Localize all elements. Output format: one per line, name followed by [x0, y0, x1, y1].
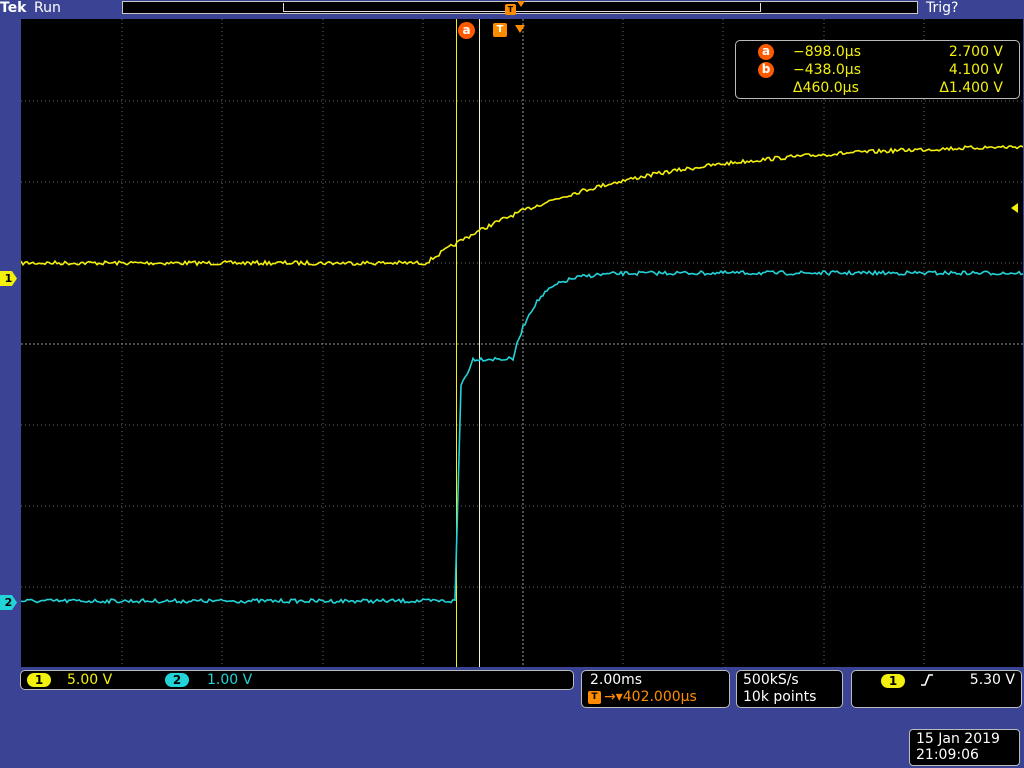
ch2-ground-marker[interactable]: 2 [0, 595, 17, 610]
time-per-div[interactable]: 2.00ms [590, 671, 642, 689]
cursor-a-row: a −898.0µs 2.700 V [736, 43, 1019, 61]
cursor-readout-panel: a −898.0µs 2.700 V b −438.0µs 4.100 V Δ4… [735, 40, 1020, 99]
trigger-source-badge[interactable]: 1 [881, 674, 905, 688]
cursor-a-icon[interactable]: a [458, 22, 475, 39]
cursor-delta-time: Δ460.0µs [793, 80, 859, 96]
cursor-b-icon: b [758, 62, 774, 78]
channel-scale-panel[interactable]: 1 5.00 V 2 1.00 V [20, 670, 574, 690]
ch2-scale[interactable]: 1.00 V [207, 671, 252, 689]
rising-edge-icon[interactable] [920, 673, 934, 687]
cursor-a-value: 2.700 V [948, 44, 1003, 60]
horizontal-panel[interactable]: 2.00ms T →▾402.000µs [581, 670, 730, 708]
trigger-position-icon: T [588, 691, 601, 704]
cursor-b-time: −438.0µs [793, 62, 862, 78]
trigger-level-marker[interactable] [1011, 203, 1018, 213]
ch1-scale[interactable]: 5.00 V [67, 671, 112, 689]
trigger-point-icon: T [493, 23, 507, 37]
ch1-badge[interactable]: 1 [27, 673, 51, 687]
trigger-position-icon: T [505, 4, 516, 15]
trigger-panel[interactable]: 1 5.30 V [851, 670, 1022, 708]
sample-rate: 500kS/s [743, 672, 799, 688]
cursor-b-row: b −438.0µs 4.100 V [736, 61, 1019, 79]
ch2-waveform [21, 269, 1023, 605]
ch2-badge[interactable]: 2 [165, 673, 189, 687]
cursor-a-icon: a [758, 44, 774, 60]
cursor-a-time: −898.0µs [793, 44, 862, 60]
graticule-center-axes [21, 19, 1023, 665]
trigger-arrow-icon [517, 1, 525, 7]
run-state: Run [34, 0, 61, 16]
brand-logo: Tek [0, 0, 27, 16]
ch1-ground-marker[interactable]: 1 [0, 271, 17, 286]
trigger-state: Trig? [926, 0, 959, 16]
record-length: 10k points [743, 689, 817, 705]
graticule-grid [21, 19, 1023, 665]
cursor-delta-value: Δ1.400 V [939, 80, 1003, 96]
trigger-point-arrow-icon [515, 25, 525, 33]
datetime-panel: 15 Jan 2019 21:09:06 [909, 729, 1020, 766]
cursor-b-value: 4.100 V [948, 62, 1003, 78]
trigger-level[interactable]: 5.30 V [970, 671, 1015, 689]
acquisition-panel[interactable]: 500kS/s 10k points [736, 670, 843, 708]
time: 21:09:06 [916, 747, 979, 763]
ch1-waveform [21, 144, 1023, 267]
graticule-dots [21, 19, 1022, 664]
cursor-delta-row: Δ460.0µs Δ1.400 V [736, 79, 1019, 97]
graticule [21, 19, 1023, 667]
date: 15 Jan 2019 [916, 731, 1000, 747]
trigger-position[interactable]: →▾402.000µs [604, 688, 697, 706]
